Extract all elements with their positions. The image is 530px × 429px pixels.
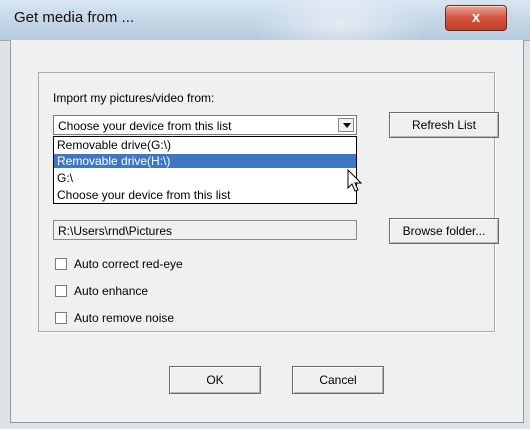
title-bar: Get media from ... x — [0, 0, 530, 41]
cancel-button[interactable]: Cancel — [292, 366, 384, 394]
enhance-label: Auto enhance — [74, 284, 149, 298]
enhance-checkbox[interactable] — [55, 285, 67, 297]
mouse-cursor-icon — [347, 169, 363, 192]
red-eye-label: Auto correct red-eye — [74, 257, 183, 271]
browse-folder-button[interactable]: Browse folder... — [389, 218, 499, 244]
window-title: Get media from ... — [14, 9, 135, 26]
title-glass-highlight — [250, 0, 430, 40]
folder-path-value: R:\Users\rnd\Pictures — [58, 224, 173, 238]
close-icon: x — [471, 9, 481, 26]
remove-noise-label: Auto remove noise — [74, 311, 175, 325]
dropdown-arrow-icon[interactable] — [338, 118, 354, 132]
device-option[interactable]: Removable drive(G:\) — [54, 138, 356, 152]
red-eye-checkbox[interactable] — [55, 258, 67, 270]
close-button[interactable]: x — [445, 5, 507, 31]
device-option-highlighted[interactable]: Removable drive(H:\) — [54, 154, 356, 168]
device-select-value: Choose your device from this list — [58, 119, 232, 133]
refresh-list-button[interactable]: Refresh List — [389, 112, 499, 138]
remove-noise-checkbox[interactable] — [55, 312, 67, 324]
device-option[interactable]: Choose your device from this list — [54, 188, 356, 202]
import-source-label: Import my pictures/video from: — [53, 91, 215, 105]
ok-button[interactable]: OK — [169, 366, 261, 394]
device-select[interactable]: Choose your device from this list — [53, 115, 357, 135]
device-option[interactable]: G:\ — [54, 171, 356, 185]
dialog-client-area: Import my pictures/video from: Choose yo… — [10, 40, 524, 423]
device-dropdown-list: Removable drive(G:\) Removable drive(H:\… — [53, 136, 357, 204]
folder-path-field[interactable]: R:\Users\rnd\Pictures — [53, 220, 357, 240]
